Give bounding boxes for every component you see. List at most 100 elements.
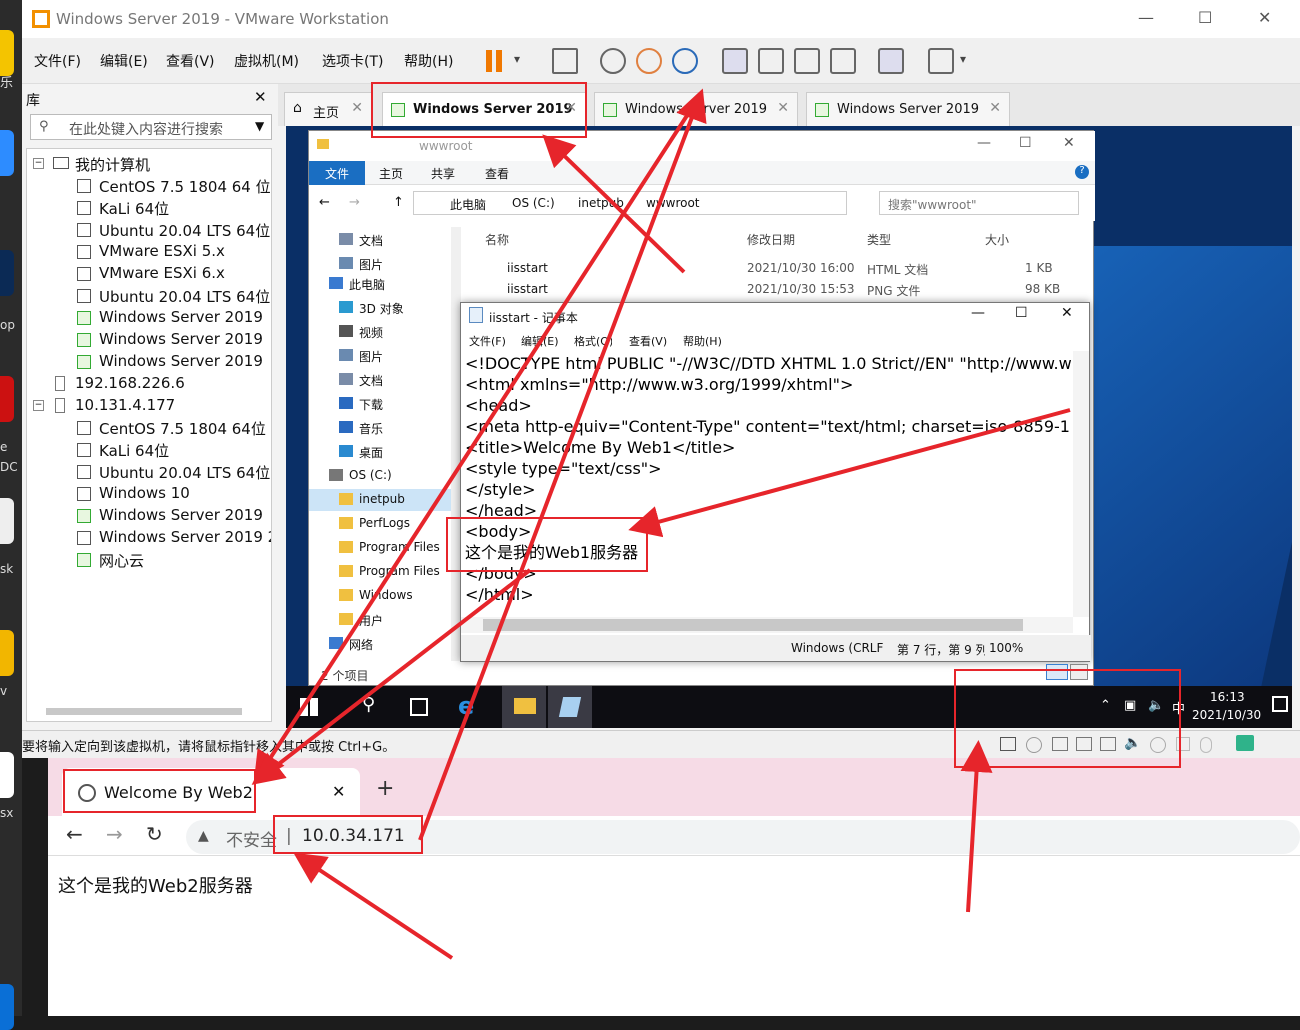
menu-tabs[interactable]: 选项卡(T): [322, 51, 383, 71]
revert-snapshot-icon[interactable]: [636, 48, 662, 74]
desktop-app-icon[interactable]: [0, 984, 14, 1030]
library-tree-item[interactable]: − 我的计算机: [27, 153, 271, 175]
chevron-down-icon[interactable]: ▼: [255, 119, 264, 133]
snapshot-icon[interactable]: [600, 48, 626, 74]
scrollbar[interactable]: [1073, 351, 1089, 617]
library-tree-item[interactable]: CentOS 7.5 1804 64位: [27, 417, 271, 439]
menu-file[interactable]: 文件(F): [34, 51, 81, 71]
reload-icon[interactable]: ↻: [146, 822, 163, 846]
windows-start-icon[interactable]: [300, 698, 318, 716]
close-icon[interactable]: ✕: [332, 782, 345, 801]
library-tree-item[interactable]: Windows Server 2019: [27, 307, 271, 329]
column-size[interactable]: 大小: [985, 231, 1009, 248]
message-log-icon[interactable]: [1236, 735, 1254, 751]
vm-console[interactable]: wwwroot — ☐ ✕ 文件 主页 共享 查看 ? ← → ↑ 此电脑 OS…: [286, 126, 1292, 728]
menu-help[interactable]: 帮助(H): [404, 51, 453, 71]
maximize-icon[interactable]: ☐: [1015, 305, 1028, 321]
library-tree-item[interactable]: VMware ESXi 6.x: [27, 263, 271, 285]
menu-edit[interactable]: 编辑(E): [521, 333, 559, 349]
nav-pane-item[interactable]: 网络: [309, 633, 451, 655]
breadcrumb-item[interactable]: OS (C:): [512, 196, 555, 210]
tab-windows-server-2019[interactable]: Windows Server 2019 ✕: [594, 92, 798, 126]
maximize-icon[interactable]: ☐: [1198, 8, 1212, 27]
breadcrumb-item[interactable]: 此电脑: [450, 196, 486, 213]
menu-edit[interactable]: 编辑(E): [100, 51, 148, 71]
desktop-app-icon[interactable]: [0, 130, 14, 176]
console-view-icon[interactable]: [878, 48, 904, 74]
close-icon[interactable]: ✕: [777, 100, 789, 116]
maximize-icon[interactable]: ☐: [1019, 135, 1032, 151]
scrollbar[interactable]: [46, 708, 242, 715]
column-date[interactable]: 修改日期: [747, 231, 795, 248]
security-label[interactable]: 不安全: [226, 826, 277, 851]
nav-pane-item[interactable]: 3D 对象: [309, 297, 451, 319]
desktop-app-icon[interactable]: [0, 250, 14, 296]
nav-pane-item[interactable]: 视频: [309, 321, 451, 343]
bluetooth-icon[interactable]: [1200, 737, 1212, 753]
notification-icon[interactable]: [1272, 696, 1288, 712]
tab-home[interactable]: ⌂ 主页 ✕: [284, 92, 372, 126]
back-icon[interactable]: ←: [319, 195, 330, 210]
ribbon-tab-home[interactable]: 主页: [379, 165, 403, 182]
unity-icon[interactable]: [830, 48, 856, 74]
library-tree-item[interactable]: 网心云: [27, 549, 271, 571]
menu-view[interactable]: 查看(V): [629, 333, 667, 349]
collapse-icon[interactable]: −: [33, 400, 44, 411]
library-search[interactable]: ⚲ 在此处键入内容进行搜索 ▼: [30, 114, 272, 140]
nav-pane-item[interactable]: PerfLogs: [309, 513, 451, 535]
library-tree-item[interactable]: Windows Server 2019 2: [27, 527, 271, 549]
show-library-icon[interactable]: [722, 48, 748, 74]
library-tree-item[interactable]: VMware ESXi 5.x: [27, 241, 271, 263]
help-icon[interactable]: ?: [1075, 165, 1089, 179]
explorer-search[interactable]: 搜索"wwwroot": [879, 191, 1079, 215]
library-tree-item[interactable]: 192.168.226.6: [27, 373, 271, 395]
library-tree-item[interactable]: Windows Server 2019: [27, 351, 271, 373]
nav-pane-item[interactable]: OS (C:): [309, 465, 451, 487]
breadcrumb-item[interactable]: wwwroot: [646, 196, 700, 210]
nav-pane-item[interactable]: 图片: [309, 253, 451, 275]
close-icon[interactable]: ✕: [989, 100, 1001, 116]
menu-format[interactable]: 格式(O): [574, 333, 612, 349]
close-icon[interactable]: ✕: [1258, 8, 1271, 27]
send-ctrl-alt-del-icon[interactable]: [552, 48, 578, 74]
desktop-app-icon[interactable]: [0, 498, 14, 544]
column-name[interactable]: 名称: [485, 231, 509, 248]
minimize-icon[interactable]: —: [971, 305, 985, 321]
search-icon[interactable]: ⚲: [362, 694, 375, 715]
library-tree-item[interactable]: KaLi 64位: [27, 439, 271, 461]
nav-pane-item[interactable]: 用户: [309, 609, 451, 631]
menu-help[interactable]: 帮助(H): [683, 333, 722, 349]
tab-windows-server-2019[interactable]: Windows Server 2019 ✕: [806, 92, 1010, 126]
task-view-icon[interactable]: [410, 698, 428, 716]
nav-pane-item[interactable]: 文档: [309, 369, 451, 391]
chevron-down-icon[interactable]: ▾: [514, 52, 520, 66]
file-row[interactable]: iisstart 2021/10/30 16:00 HTML 文档 1 KB: [485, 261, 1085, 281]
nav-pane-item[interactable]: inetpub: [309, 489, 451, 511]
stretch-icon[interactable]: [928, 48, 954, 74]
library-tree-item[interactable]: Ubuntu 20.04 LTS 64位: [27, 285, 271, 307]
close-icon[interactable]: ✕: [351, 100, 363, 116]
menu-view[interactable]: 查看(V): [166, 51, 215, 71]
internet-explorer-icon[interactable]: e: [458, 692, 474, 720]
menu-vm[interactable]: 虚拟机(M): [234, 51, 299, 71]
library-tree-item[interactable]: − 10.131.4.177: [27, 395, 271, 417]
library-tree-item[interactable]: Windows Server 2019: [27, 329, 271, 351]
desktop-app-icon[interactable]: [0, 30, 14, 76]
nav-pane-item[interactable]: 文档: [309, 229, 451, 251]
taskbar-explorer-button[interactable]: [502, 686, 546, 728]
column-type[interactable]: 类型: [867, 231, 891, 248]
nav-pane-item[interactable]: 下载: [309, 393, 451, 415]
ribbon-tab-file[interactable]: 文件: [309, 161, 365, 185]
nav-pane-item[interactable]: Program Files: [309, 561, 451, 583]
library-tree-item[interactable]: Ubuntu 20.04 LTS 64位: [27, 461, 271, 483]
nav-pane-item[interactable]: 图片: [309, 345, 451, 367]
forward-icon[interactable]: →: [349, 195, 360, 210]
library-tree-item[interactable]: Windows 10: [27, 483, 271, 505]
forward-icon[interactable]: →: [106, 822, 123, 846]
nav-pane-item[interactable]: 桌面: [309, 441, 451, 463]
up-icon[interactable]: ↑: [393, 195, 404, 210]
address-bar[interactable]: 此电脑 OS (C:) inetpub wwwroot: [413, 191, 847, 215]
new-tab-button[interactable]: +: [376, 776, 394, 801]
ribbon-tab-share[interactable]: 共享: [431, 165, 455, 182]
ribbon-tab-view[interactable]: 查看: [485, 165, 509, 182]
